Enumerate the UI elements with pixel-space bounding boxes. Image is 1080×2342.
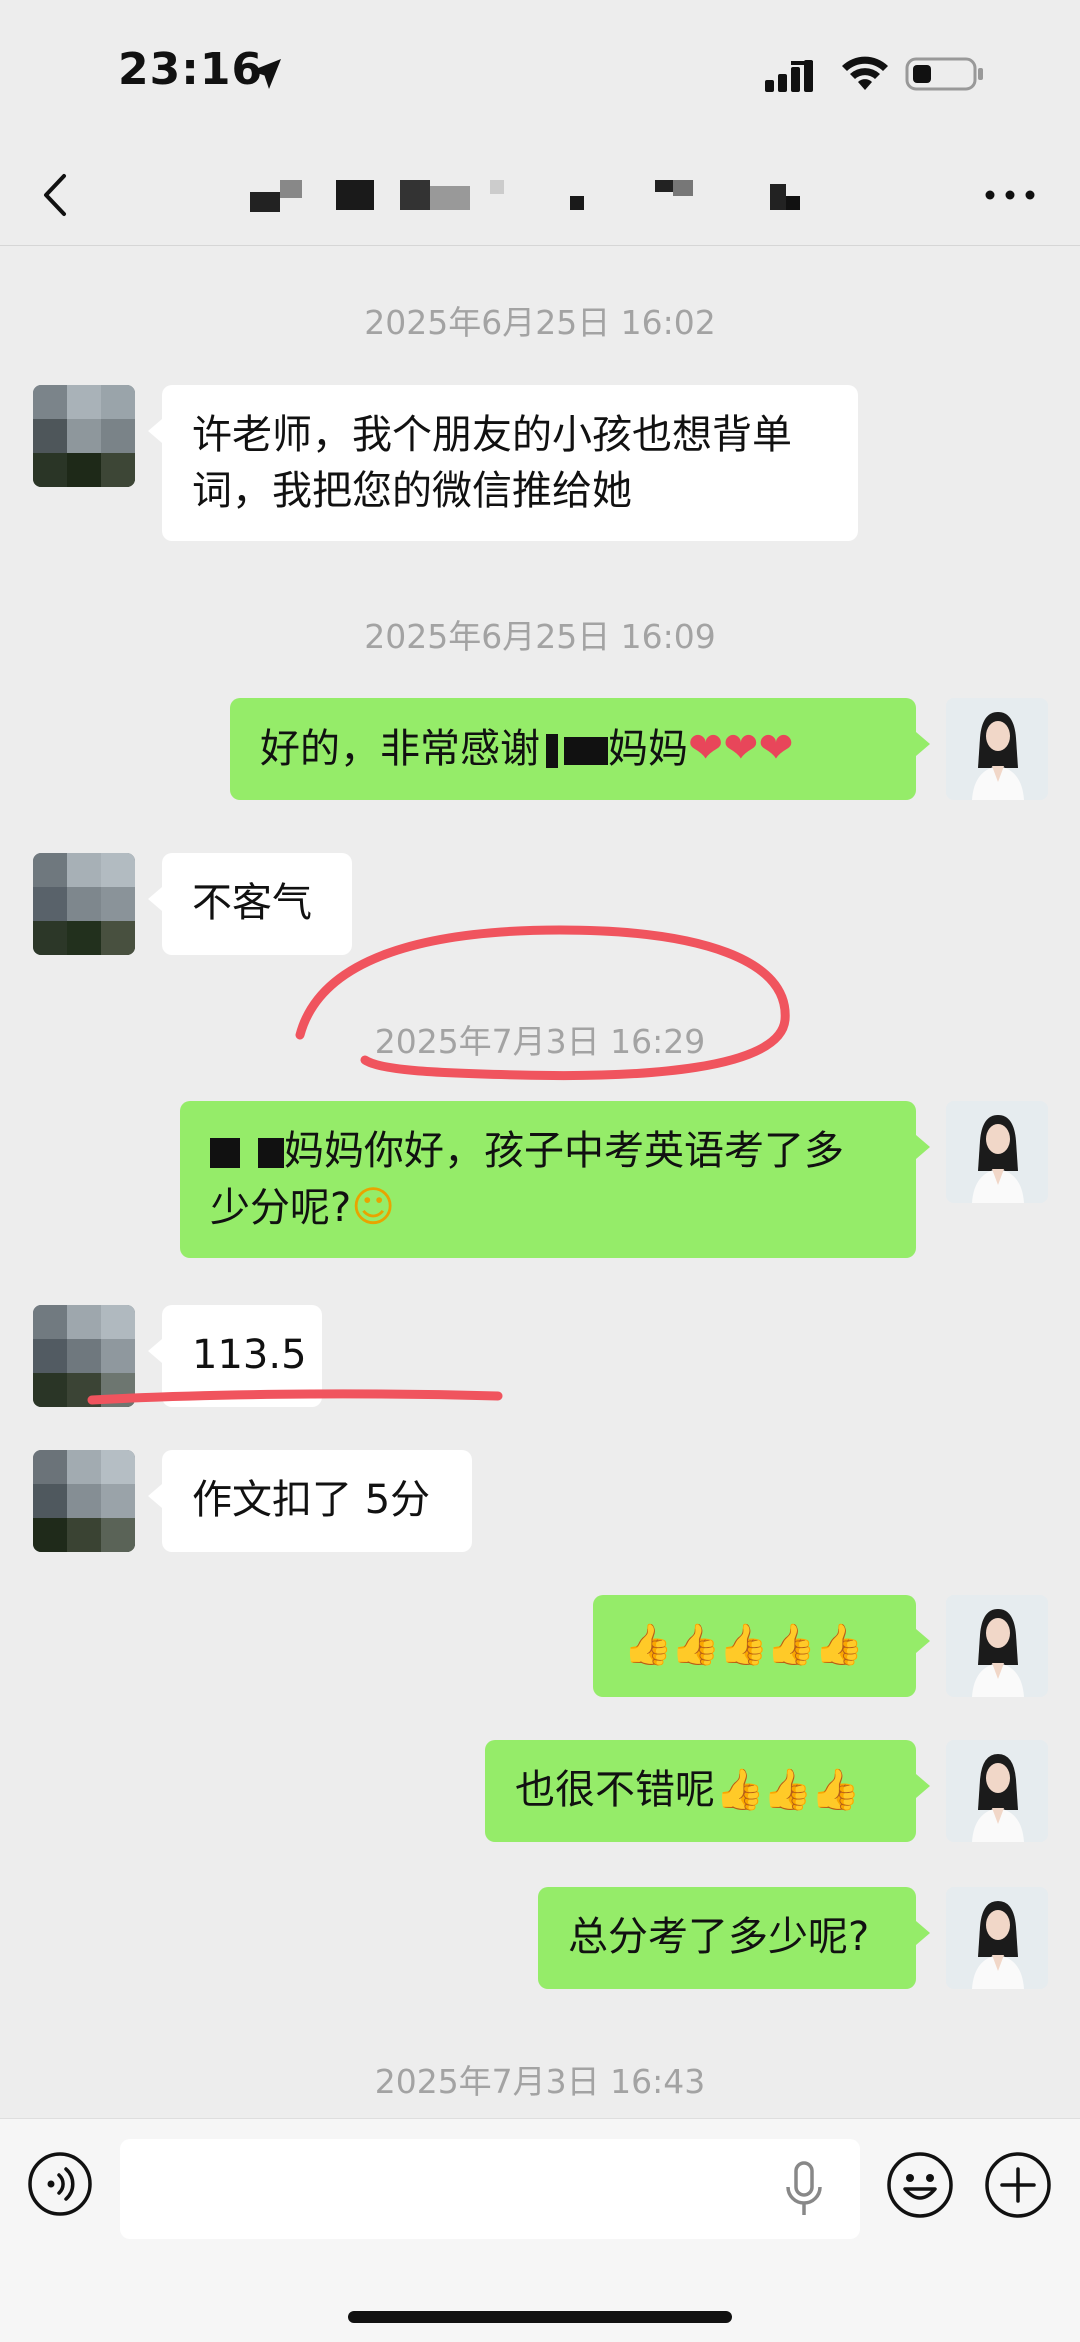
contact-avatar[interactable] xyxy=(33,385,135,487)
message-input-bar xyxy=(0,2118,1080,2342)
outgoing-message[interactable]: 好的，非常感谢 妈妈❤❤❤ xyxy=(230,698,930,800)
outgoing-message[interactable]: 也很不错呢👍👍👍 xyxy=(485,1740,930,1842)
my-avatar[interactable] xyxy=(946,1740,1048,1842)
woman-portrait-icon xyxy=(946,1887,1048,1989)
back-chevron-icon[interactable] xyxy=(36,170,76,220)
wifi-icon xyxy=(842,56,888,90)
battery-icon xyxy=(905,57,983,91)
message-line: 许老师，我个朋友的小孩也想背单 xyxy=(192,412,792,458)
thumbs-up-emoji: 👍👍👍👍👍 xyxy=(623,1622,864,1668)
contact-avatar[interactable] xyxy=(33,1305,135,1407)
heart-emoji: ❤❤❤ xyxy=(688,723,794,772)
incoming-message[interactable]: 许老师，我个朋友的小孩也想背单 词，我把您的微信推给她 xyxy=(148,385,858,541)
my-avatar[interactable] xyxy=(946,698,1048,800)
my-avatar[interactable] xyxy=(946,1595,1048,1697)
outgoing-message[interactable]: 总分考了多少呢? xyxy=(538,1887,930,1989)
woman-portrait-icon xyxy=(946,698,1048,800)
outgoing-message[interactable]: 👍👍👍👍👍 xyxy=(593,1595,930,1697)
emoji-picker-icon[interactable] xyxy=(886,2151,954,2219)
my-avatar[interactable] xyxy=(946,1101,1048,1203)
contact-avatar[interactable] xyxy=(33,853,135,955)
message-timestamp: 2025年7月3日 16:43 xyxy=(374,2062,706,2101)
message-text-input[interactable] xyxy=(120,2139,860,2239)
message-line: 妈妈你好，孩子中考英语考了多 xyxy=(210,1123,886,1179)
microphone-icon[interactable] xyxy=(782,2159,826,2219)
woman-portrait-icon xyxy=(946,1101,1048,1203)
more-options-icon[interactable] xyxy=(980,170,1040,220)
add-attachment-icon[interactable] xyxy=(984,2151,1052,2219)
contact-avatar[interactable] xyxy=(33,1450,135,1552)
message-timestamp: 2025年7月3日 16:29 xyxy=(374,1022,706,1061)
thumbs-up-emoji: 👍👍👍 xyxy=(715,1767,860,1813)
outgoing-message[interactable]: 妈妈你好，孩子中考英语考了多 少分呢?☺ xyxy=(180,1101,930,1258)
redacted-name xyxy=(258,1138,284,1168)
location-arrow-icon xyxy=(251,59,281,89)
cellular-signal-icon xyxy=(765,60,813,92)
smile-emoji: ☺ xyxy=(351,1182,396,1231)
woman-portrait-icon xyxy=(946,1740,1048,1842)
message-text: 妈妈 xyxy=(608,726,688,772)
chat-header xyxy=(0,150,1080,246)
message-timestamp: 2025年6月25日 16:02 xyxy=(364,303,716,342)
woman-portrait-icon xyxy=(946,1595,1048,1697)
my-avatar[interactable] xyxy=(946,1887,1048,1989)
voice-input-icon[interactable] xyxy=(27,2151,93,2217)
message-line: 少分呢?☺ xyxy=(210,1182,396,1231)
message-text: 好的，非常感谢 xyxy=(260,726,540,772)
message-line: 词，我把您的微信推给她 xyxy=(192,468,632,514)
redacted-name xyxy=(546,734,558,768)
incoming-message[interactable]: 作文扣了 5分 xyxy=(148,1450,472,1552)
status-time: 23:16 xyxy=(118,44,264,95)
redacted-name xyxy=(210,1138,240,1168)
home-indicator xyxy=(348,2311,732,2323)
message-text: 也很不错呢 xyxy=(515,1767,715,1813)
contact-name-redacted xyxy=(250,180,850,212)
incoming-message[interactable]: 不客气 xyxy=(148,853,352,955)
status-bar: 23:16 xyxy=(0,0,1080,150)
incoming-message[interactable]: 113.5 xyxy=(148,1305,322,1407)
redacted-name xyxy=(564,737,608,765)
message-timestamp: 2025年6月25日 16:09 xyxy=(364,617,716,656)
